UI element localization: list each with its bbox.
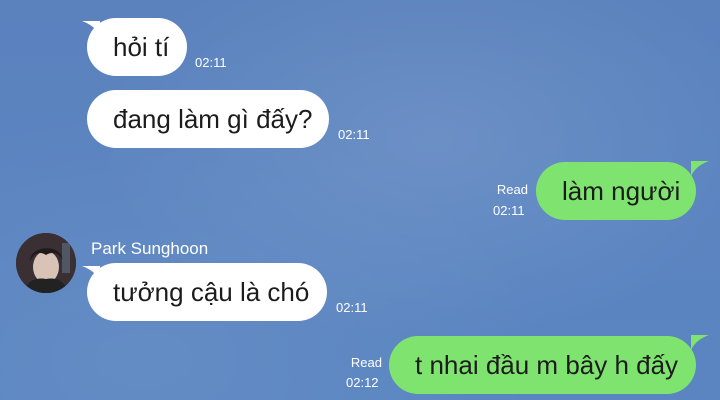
incoming-message-bubble[interactable]: đang làm gì đấy? [87,90,329,148]
incoming-message-bubble[interactable]: tưởng cậu là chó [87,263,327,321]
message-timestamp: 02:11 [493,203,525,218]
sender-name: Park Sunghoon [91,239,209,258]
message-timestamp: 02:11 [195,55,227,70]
bubble-tail [691,335,709,350]
message-text: đang làm gì đấy? [113,104,313,134]
incoming-message-bubble[interactable]: hỏi tí [87,18,187,76]
message-timestamp: 02:11 [338,127,370,142]
avatar[interactable] [16,233,76,293]
avatar-image [16,233,76,293]
message-text: tưởng cậu là chó [113,277,310,307]
read-receipt: Read [350,355,382,370]
outgoing-message-bubble[interactable]: t nhai đầu m bây h đấy [389,336,696,394]
message-text: làm người [562,176,681,206]
message-text: hỏi tí [113,32,170,62]
outgoing-message-bubble[interactable]: làm người [536,162,696,220]
message-timestamp: 02:11 [336,300,368,315]
bubble-tail [82,266,100,281]
bubble-tail [691,161,709,176]
bubble-tail [82,21,100,36]
read-receipt: Read [496,182,528,197]
message-text: t nhai đầu m bây h đấy [415,350,679,380]
message-timestamp: 02:12 [346,375,379,390]
